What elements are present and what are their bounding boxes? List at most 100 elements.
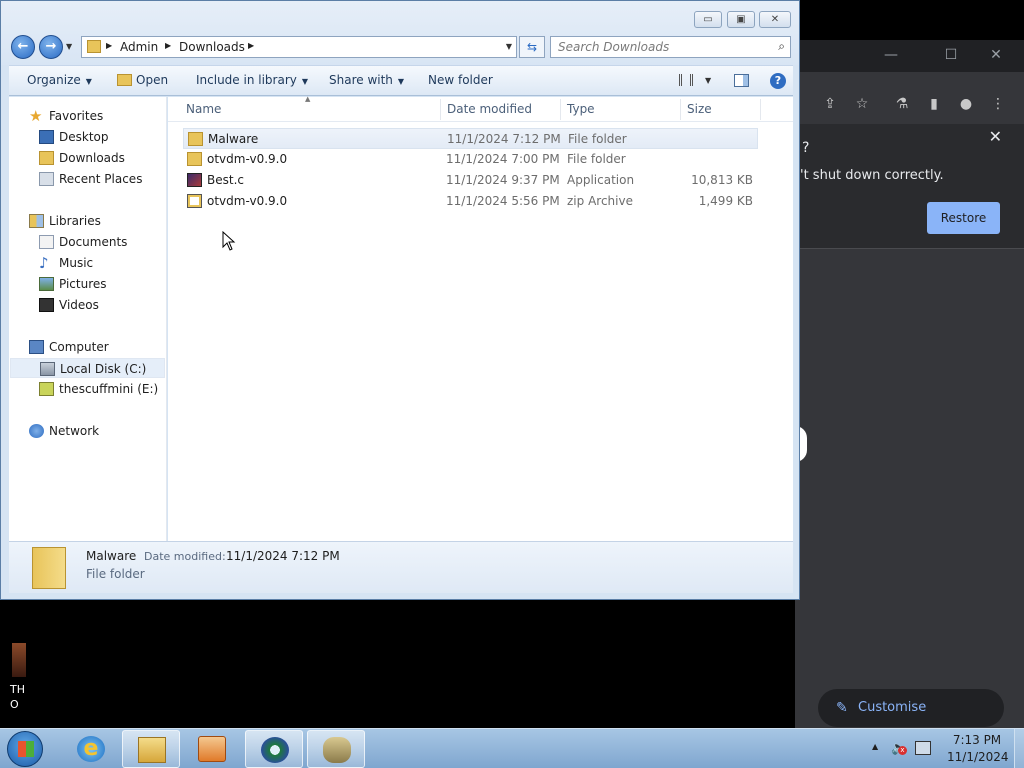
file-name: otvdm-v0.9.0 [207, 152, 288, 166]
error-badge-icon: x [898, 746, 907, 755]
nav-label: Documents [59, 235, 128, 249]
profile-icon[interactable]: ● [958, 96, 974, 112]
browser-minimize-button[interactable]: — [881, 47, 901, 63]
column-divider[interactable] [760, 99, 761, 120]
file-type: Application [567, 173, 635, 187]
column-headers: ▲ Name Date modified Type Size [168, 95, 793, 122]
nav-local-disk[interactable]: Local Disk (C:) [10, 358, 165, 378]
documents-icon [39, 235, 54, 249]
details-modified-value: 11/1/2024 7:12 PM [226, 549, 340, 563]
file-list: ▲ Name Date modified Type Size Malware 1… [168, 95, 793, 541]
music-note-icon: ♪ [39, 254, 49, 272]
chevron-down-icon: ▼ [301, 77, 309, 86]
breadcrumb-separator-icon[interactable]: ▶ [165, 41, 171, 50]
recent-locations-chevron-icon[interactable]: ▼ [66, 42, 72, 51]
browser-maximize-button[interactable]: ☐ [941, 47, 961, 63]
nav-label: Favorites [49, 109, 104, 123]
minimize-button[interactable]: ▭ [694, 11, 722, 28]
supermium-browser-icon [261, 737, 289, 763]
breadcrumb-downloads[interactable]: Downloads [179, 40, 245, 54]
search-input[interactable] [551, 37, 761, 57]
taskbar-windows-explorer[interactable] [122, 730, 180, 768]
breadcrumb-separator-icon[interactable]: ▶ [248, 41, 254, 50]
search-box[interactable]: ⌕ [550, 36, 791, 58]
back-button[interactable]: ← [11, 35, 35, 59]
show-hidden-icons-icon[interactable]: ▲ [872, 742, 878, 751]
file-row[interactable]: Malware 11/1/2024 7:12 PM File folder [183, 128, 758, 149]
taskbar-keys-app[interactable] [307, 730, 365, 768]
sort-arrow-icon: ▲ [305, 95, 311, 103]
keys-icon [323, 737, 351, 763]
file-name: Malware [208, 132, 259, 146]
chevron-down-icon[interactable]: ▼ [705, 76, 711, 85]
open-button[interactable]: Open [117, 73, 168, 87]
file-row[interactable]: otvdm-v0.9.0 11/1/2024 5:56 PM zip Archi… [183, 191, 758, 212]
column-header-date-modified[interactable]: Date modified [447, 102, 532, 116]
change-view-icon[interactable] [679, 74, 693, 86]
close-icon[interactable]: ✕ [989, 127, 1002, 146]
volume-muted-icon[interactable]: 🔈x [891, 741, 907, 756]
share-icon[interactable]: ⇪ [822, 96, 838, 112]
nav-label: Pictures [59, 277, 107, 291]
address-dropdown-icon[interactable]: ▼ [506, 42, 512, 51]
nav-label: Videos [59, 298, 99, 312]
libraries-icon [29, 214, 44, 228]
taskbar-media-player[interactable] [183, 730, 241, 768]
search-icon[interactable]: ⌕ [778, 39, 785, 54]
side-panel-icon[interactable]: ▮ [926, 96, 942, 112]
file-type: File folder [567, 152, 626, 166]
column-divider[interactable] [560, 99, 561, 120]
file-row[interactable]: otvdm-v0.9.0 11/1/2024 7:00 PM File fold… [183, 149, 758, 170]
refresh-button[interactable]: ⇆ [519, 36, 545, 58]
taskbar-supermium[interactable] [245, 730, 303, 768]
windows-explorer-icon [138, 737, 166, 763]
organize-button[interactable]: Organize ▼ [27, 73, 92, 87]
address-bar[interactable]: ▶ Admin ▶ Downloads ▶ ▼ [81, 36, 517, 58]
column-divider[interactable] [440, 99, 441, 120]
nav-label: Downloads [59, 151, 125, 165]
desktop-shortcut-icon[interactable] [12, 643, 26, 677]
show-desktop-button[interactable] [1014, 729, 1024, 768]
hard-disk-icon [40, 362, 55, 376]
bookmark-star-icon[interactable]: ☆ [854, 96, 870, 112]
details-type: File folder [86, 567, 145, 581]
nav-label: Recent Places [59, 172, 143, 186]
maximize-button[interactable]: ▣ [727, 11, 755, 28]
file-type: File folder [568, 132, 627, 146]
close-button[interactable]: ✕ [759, 11, 791, 28]
network-tray-icon[interactable] [915, 741, 931, 755]
new-folder-button[interactable]: New folder [428, 73, 493, 87]
browser-close-button[interactable]: ✕ [986, 47, 1006, 63]
menu-kebab-icon[interactable]: ⋮ [990, 96, 1006, 112]
column-divider[interactable] [680, 99, 681, 120]
nav-label: Music [59, 256, 94, 270]
open-label: Open [136, 73, 169, 87]
start-button[interactable] [7, 731, 43, 767]
forward-button[interactable]: → [39, 35, 63, 59]
usb-drive-icon [39, 382, 54, 396]
nav-label: Computer [49, 340, 109, 354]
include-in-library-button[interactable]: Include in library ▼ [196, 73, 308, 87]
column-header-size[interactable]: Size [687, 102, 712, 116]
clock-date[interactable]: 11/1/2024 [947, 750, 1009, 764]
preview-pane-icon[interactable] [734, 74, 749, 87]
file-size: 10,813 KB [691, 173, 753, 187]
windows-logo-icon [18, 741, 34, 757]
customise-supermium-button[interactable]: ✎ Customise Supermium [818, 689, 1004, 753]
labs-flask-icon[interactable]: ⚗ [894, 96, 910, 112]
breadcrumb-separator-icon[interactable]: ▶ [106, 41, 112, 50]
restore-button[interactable]: Restore [927, 202, 1000, 234]
folder-icon [188, 132, 203, 146]
column-header-type[interactable]: Type [567, 102, 595, 116]
chevron-down-icon: ▼ [85, 77, 92, 86]
taskbar-internet-explorer[interactable]: e [62, 730, 120, 768]
help-icon[interactable]: ? [770, 73, 786, 89]
file-row[interactable]: Best.c 11/1/2024 9:37 PM Application 10,… [183, 170, 758, 191]
recent-places-icon [39, 172, 54, 186]
breadcrumb-admin[interactable]: Admin [120, 40, 158, 54]
mouse-cursor-icon [222, 231, 236, 251]
network-icon [29, 424, 44, 438]
column-header-name[interactable]: Name [186, 102, 221, 116]
share-with-button[interactable]: Share with ▼ [329, 73, 404, 87]
clock-time[interactable]: 7:13 PM [947, 733, 1007, 747]
